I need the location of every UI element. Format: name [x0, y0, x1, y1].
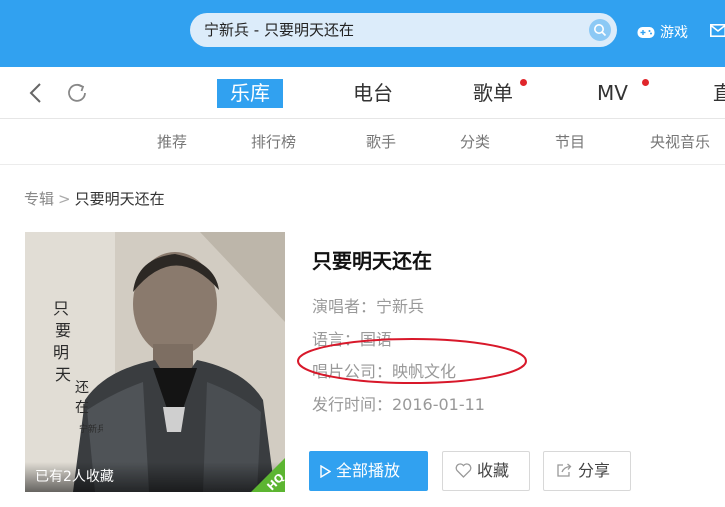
- breadcrumb-separator: >: [58, 190, 71, 208]
- svg-text:宁新兵: 宁新兵: [79, 423, 103, 435]
- tab-mv[interactable]: MV: [597, 79, 628, 108]
- subnav-charts[interactable]: 排行榜: [251, 120, 296, 165]
- refresh-icon[interactable]: [66, 82, 90, 104]
- games-label: 游戏: [660, 25, 688, 41]
- back-icon[interactable]: [28, 82, 44, 104]
- svg-text:要: 要: [55, 321, 71, 340]
- share-label: 分享: [578, 461, 611, 480]
- share-button[interactable]: 分享: [543, 451, 631, 491]
- breadcrumb: 专辑 > 只要明天还在: [24, 188, 165, 209]
- tab-live[interactable]: 直: [713, 79, 725, 108]
- subnav-programs[interactable]: 节目: [555, 120, 585, 165]
- album-language: 语言：国语: [312, 330, 393, 349]
- share-icon: [557, 463, 572, 477]
- games-link[interactable]: 游戏: [637, 21, 688, 43]
- gamepad-icon: [637, 26, 655, 38]
- subnav-cctv-music[interactable]: 央视音乐: [650, 120, 710, 165]
- breadcrumb-parent[interactable]: 专辑: [24, 190, 54, 208]
- mail-icon[interactable]: [710, 24, 725, 37]
- subnav-singers[interactable]: 歌手: [366, 120, 396, 165]
- mv-badge-dot: [642, 79, 649, 86]
- tab-library[interactable]: 乐库: [217, 79, 283, 108]
- play-all-label: 全部播放: [336, 461, 401, 480]
- favorite-label: 收藏: [477, 461, 510, 480]
- album-cover[interactable]: 只 要 明 天 还 在 宁新兵 已有2人收藏 HQ: [25, 232, 285, 492]
- search-icon: [594, 24, 607, 37]
- play-all-button[interactable]: 全部播放: [309, 451, 428, 491]
- subnav-recommend[interactable]: 推荐: [157, 120, 187, 165]
- hq-badge: HQ: [251, 458, 285, 492]
- tab-playlists[interactable]: 歌单: [473, 79, 513, 108]
- svg-text:在: 在: [75, 400, 89, 416]
- heart-icon: [455, 463, 472, 478]
- playlists-badge-dot: [520, 79, 527, 86]
- search-button[interactable]: [589, 19, 611, 41]
- svg-text:天: 天: [55, 365, 71, 384]
- svg-text:还: 还: [75, 380, 89, 396]
- tab-radio[interactable]: 电台: [353, 79, 393, 108]
- album-title: 只要明天还在: [312, 249, 432, 273]
- collect-count: 已有2人收藏: [35, 469, 114, 485]
- svg-text:明: 明: [53, 343, 69, 362]
- play-icon: [320, 464, 332, 479]
- top-bar: 宁新兵 - 只要明天还在 游戏: [0, 0, 725, 67]
- sub-nav: 推荐 排行榜 歌手 分类 节目 央视音乐: [0, 120, 725, 165]
- favorite-button[interactable]: 收藏: [442, 451, 530, 491]
- svg-text:只: 只: [53, 299, 69, 318]
- search-box[interactable]: 宁新兵 - 只要明天还在: [190, 13, 617, 47]
- album-singer: 演唱者：宁新兵: [312, 297, 425, 316]
- album-record-label: 唱片公司：映帆文化: [312, 362, 457, 381]
- breadcrumb-current: 只要明天还在: [74, 190, 165, 208]
- search-input[interactable]: 宁新兵 - 只要明天还在: [204, 13, 354, 47]
- main-nav: 乐库 电台 歌单 MV 直: [0, 67, 725, 119]
- album-release-date: 发行时间：2016-01-11: [312, 395, 485, 414]
- subnav-categories[interactable]: 分类: [460, 120, 490, 165]
